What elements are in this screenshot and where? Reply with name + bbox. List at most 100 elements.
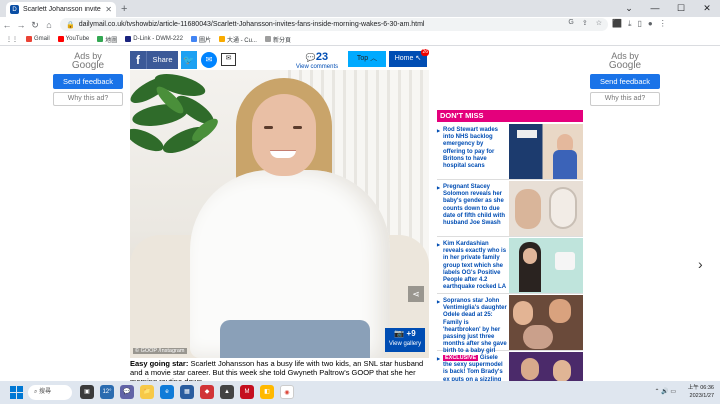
- taskbar-search[interactable]: ⌕ 搜尋: [28, 385, 72, 400]
- eye: [293, 126, 302, 129]
- google-label: Google: [608, 60, 642, 71]
- chevron-up-icon: ︿: [370, 55, 378, 62]
- mcafee-icon[interactable]: M: [240, 385, 254, 399]
- extension-icon[interactable]: ⬛: [612, 19, 622, 29]
- dont-miss-item[interactable]: Pregnant Stacey Solomon reveals her baby…: [437, 181, 583, 237]
- photo-credit: © GOOP /Instagram: [133, 348, 187, 354]
- clock[interactable]: 上午 06:36 2023/1/27: [688, 384, 714, 400]
- bookmark-item[interactable]: Gmail: [26, 36, 50, 42]
- facebook-share-button[interactable]: Share: [146, 51, 178, 69]
- windows-taskbar: ⌕ 搜尋 ▣ 12° 💬 📁 e ▦ ◆ ▲ M ◧ ◉ ⌃ 🔊 ▭ 上午 06…: [0, 381, 720, 404]
- bookmark-item[interactable]: 地圖: [97, 35, 117, 44]
- store-icon[interactable]: ▦: [180, 385, 194, 399]
- exclusive-badge: EXCLUSIVE: [443, 355, 479, 361]
- file-explorer-icon[interactable]: 📁: [140, 385, 154, 399]
- system-tray-icons[interactable]: ⌃ 🔊 ▭: [654, 388, 676, 395]
- bookmark-star-icon[interactable]: ☆: [596, 19, 602, 27]
- top-button[interactable]: Top ︿: [348, 51, 386, 67]
- close-window-icon[interactable]: ✕: [694, 0, 720, 17]
- view-gallery-button[interactable]: 📷 +9 View gallery: [385, 328, 425, 352]
- taskbar-apps: ▣ 12° 💬 📁 e ▦ ◆ ▲ M ◧ ◉: [80, 385, 294, 399]
- bookmark-label: YouTube: [65, 36, 90, 42]
- dont-miss-item[interactable]: Sopranos star John Ventimiglia's daughte…: [437, 295, 583, 354]
- dont-miss-thumbnail[interactable]: [509, 238, 583, 293]
- app-icon[interactable]: ▲: [220, 385, 234, 399]
- maximize-icon[interactable]: ☐: [668, 0, 694, 17]
- close-tab-icon[interactable]: ✕: [105, 5, 112, 14]
- bookmark-label: D-Link - DWM-222: [133, 36, 183, 42]
- why-this-ad-button[interactable]: Why this ad?: [590, 92, 660, 106]
- profile-icon[interactable]: ●: [648, 19, 653, 29]
- menu-icon[interactable]: ⋮: [659, 19, 667, 29]
- task-view-icon[interactable]: ▣: [80, 385, 94, 399]
- edge-icon[interactable]: e: [160, 385, 174, 399]
- article-photo[interactable]: ⋖ © GOOP /Instagram 📷 +9 View gallery: [130, 70, 429, 358]
- app-icon[interactable]: ◆: [200, 385, 214, 399]
- bookmark-item[interactable]: YouTube: [57, 36, 90, 42]
- sidebar-icon[interactable]: ▯: [638, 19, 642, 29]
- widgets-icon[interactable]: 12°: [100, 385, 114, 399]
- minimize-icon[interactable]: —: [642, 0, 668, 17]
- dont-miss-thumbnail[interactable]: [509, 124, 583, 179]
- browser-tab[interactable]: D Scarlett Johansson invites fans ✕: [6, 2, 116, 17]
- dont-miss-headline[interactable]: Rod Stewart wades into NHS backlog emerg…: [437, 127, 507, 170]
- share-page-icon[interactable]: ⇪: [582, 19, 588, 27]
- address-bar[interactable]: 🔒 dailymail.co.uk/tvshowbiz/article-1168…: [60, 18, 608, 31]
- twitter-icon[interactable]: 🐦: [181, 51, 197, 69]
- back-icon[interactable]: ←: [0, 20, 14, 30]
- download-icon[interactable]: ⤓: [628, 19, 632, 29]
- dont-miss-thumbnail[interactable]: [509, 295, 583, 350]
- clock-time: 上午 06:36: [687, 385, 714, 391]
- bookmark-item[interactable]: 圖片: [190, 35, 211, 44]
- tab-title: Scarlett Johansson invites fans: [23, 6, 101, 13]
- dont-miss-headline[interactable]: Pregnant Stacey Solomon reveals her baby…: [437, 184, 507, 227]
- google-label: Google: [71, 60, 105, 71]
- bookmark-item[interactable]: 新分頁: [264, 35, 291, 44]
- dont-miss-headline[interactable]: Sopranos star John Ventimiglia's daughte…: [437, 298, 507, 356]
- tab-search-icon[interactable]: ⌄: [616, 0, 642, 17]
- share-bar: f Share 🐦 ✉ ✉ 💬23 View comments Top ︿ Ho…: [130, 49, 430, 70]
- dont-miss-item[interactable]: Kim Kardashian reveals exactly who is in…: [437, 238, 583, 294]
- photo-caption: Easy going star: Scarlett Johansson has …: [130, 359, 429, 381]
- dont-miss-headline[interactable]: EXCLUSIVE Gisele the sexy supermodel is …: [437, 355, 507, 381]
- bookmark-label: 地圖: [105, 37, 118, 44]
- bookmark-item[interactable]: 大通 - Cu...: [218, 35, 257, 44]
- send-feedback-button[interactable]: Send feedback: [53, 74, 123, 89]
- smile: [270, 150, 296, 158]
- home-button[interactable]: Home ↖ 26: [389, 49, 429, 67]
- next-arrow-icon[interactable]: ›: [698, 256, 703, 272]
- messenger-icon[interactable]: ✉: [201, 52, 217, 68]
- dont-miss-headline[interactable]: Kim Kardashian reveals exactly who is in…: [437, 241, 507, 291]
- url-text[interactable]: dailymail.co.uk/tvshowbiz/article-116800…: [79, 21, 425, 28]
- home-icon[interactable]: ⌂: [42, 20, 56, 30]
- email-icon[interactable]: ✉: [221, 53, 236, 66]
- chrome-icon[interactable]: ◉: [280, 385, 294, 399]
- dont-miss-item[interactable]: Rod Stewart wades into NHS backlog emerg…: [437, 124, 583, 180]
- lock-icon[interactable]: 🔒: [66, 21, 75, 29]
- google-lens-icon[interactable]: G: [568, 19, 573, 27]
- apps-grid-icon[interactable]: ⋮⋮: [6, 36, 18, 43]
- forward-icon[interactable]: →: [14, 20, 28, 30]
- windows-start-icon[interactable]: [10, 386, 23, 399]
- reload-icon[interactable]: ↻: [28, 20, 42, 31]
- comments-link[interactable]: 💬23 View comments: [295, 51, 339, 70]
- bookmark-favicon-icon: [218, 36, 225, 42]
- dont-miss-header: DON'T MISS: [437, 110, 583, 122]
- dont-miss-panel: DON'T MISS Rod Stewart wades into NHS ba…: [437, 110, 583, 381]
- dont-miss-thumbnail[interactable]: [509, 181, 583, 236]
- app-icon[interactable]: ◧: [260, 385, 274, 399]
- chat-icon[interactable]: 💬: [120, 385, 134, 399]
- share-image-icon[interactable]: ⋖: [408, 286, 424, 302]
- browser-toolbar: ← → ↻ ⌂ 🔒 dailymail.co.uk/tvshowbiz/arti…: [0, 17, 720, 33]
- dont-miss-item[interactable]: EXCLUSIVE Gisele the sexy supermodel is …: [437, 352, 583, 381]
- send-feedback-button[interactable]: Send feedback: [590, 74, 660, 89]
- dont-miss-thumbnail[interactable]: [509, 352, 583, 381]
- plant-illustration: [130, 74, 218, 154]
- new-tab-icon[interactable]: +: [121, 3, 127, 15]
- why-this-ad-button[interactable]: Why this ad?: [53, 92, 123, 106]
- facebook-icon[interactable]: f: [130, 51, 146, 69]
- camera-icon: 📷: [394, 329, 405, 338]
- bookmarks-bar: ⋮⋮ Gmail YouTube 地圖 D-Link - DWM-222 圖片 大通 - C…: [0, 33, 720, 46]
- page-content: Ads by Google Send feedback Why this ad?…: [0, 46, 720, 381]
- bookmark-item[interactable]: D-Link - DWM-222: [125, 36, 183, 42]
